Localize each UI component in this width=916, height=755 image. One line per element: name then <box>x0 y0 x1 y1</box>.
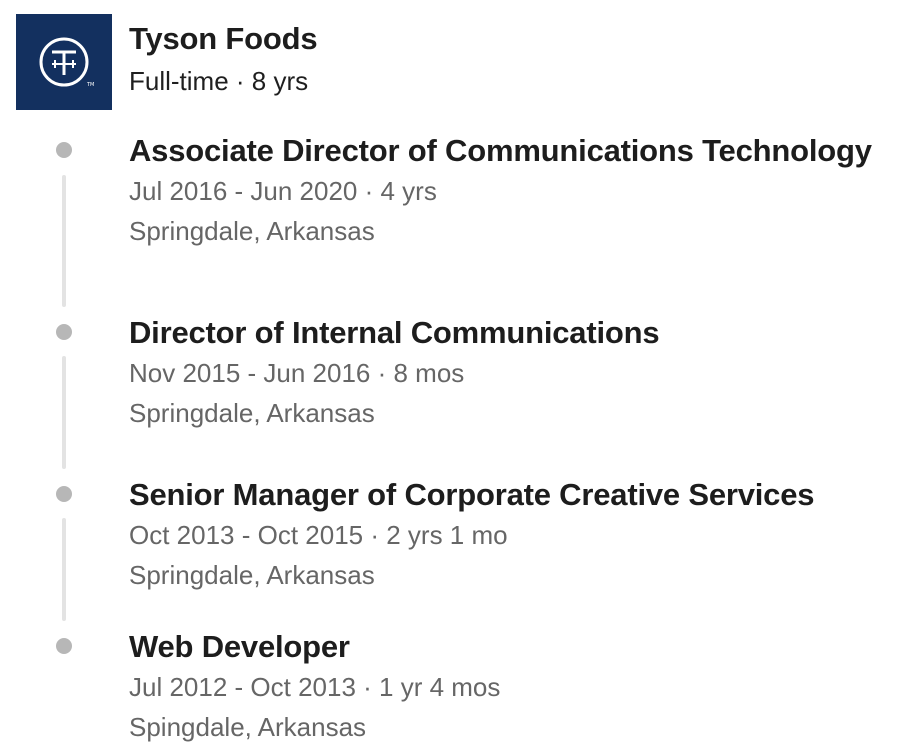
timeline-connector <box>62 175 66 307</box>
position-location: Springdale, Arkansas <box>129 560 375 590</box>
position-title[interactable]: Director of Internal Communications <box>129 314 660 352</box>
employment-summary: Full-time · 8 yrs <box>129 66 309 96</box>
svg-text:TM: TM <box>86 82 94 88</box>
position-dates: Oct 2013 - Oct 2015 · 2 yrs 1 mo <box>129 520 508 550</box>
position-title[interactable]: Web Developer <box>129 628 500 666</box>
position-item: Senior Manager of Corporate Creative Ser… <box>129 476 815 591</box>
company-logo[interactable]: TM <box>16 14 112 110</box>
position-item: Associate Director of Communications Tec… <box>129 132 872 247</box>
position-dates: Jul 2016 - Jun 2020 · 4 yrs <box>129 176 437 206</box>
position-dates: Nov 2015 - Jun 2016 · 8 mos <box>129 358 465 388</box>
position-title[interactable]: Senior Manager of Corporate Creative Ser… <box>129 476 815 514</box>
position-item: Web Developer Jul 2012 - Oct 2013 · 1 yr… <box>129 628 500 743</box>
timeline-connector <box>62 518 66 621</box>
position-title[interactable]: Associate Director of Communications Tec… <box>129 132 872 170</box>
timeline-dot <box>56 142 72 158</box>
timeline-connector <box>62 356 66 469</box>
position-location: Springdale, Arkansas <box>129 398 375 428</box>
position-item: Director of Internal Communications Nov … <box>129 314 660 429</box>
position-location: Spingdale, Arkansas <box>129 712 367 742</box>
tyson-logo-icon: TM <box>39 37 94 88</box>
company-header: Tyson Foods Full-time · 8 yrs <box>129 20 318 98</box>
timeline-dot <box>56 324 72 340</box>
position-dates: Jul 2012 - Oct 2013 · 1 yr 4 mos <box>129 672 501 702</box>
timeline-dot <box>56 638 72 654</box>
timeline-dot <box>56 486 72 502</box>
company-name[interactable]: Tyson Foods <box>129 20 318 58</box>
position-location: Springdale, Arkansas <box>129 216 375 246</box>
